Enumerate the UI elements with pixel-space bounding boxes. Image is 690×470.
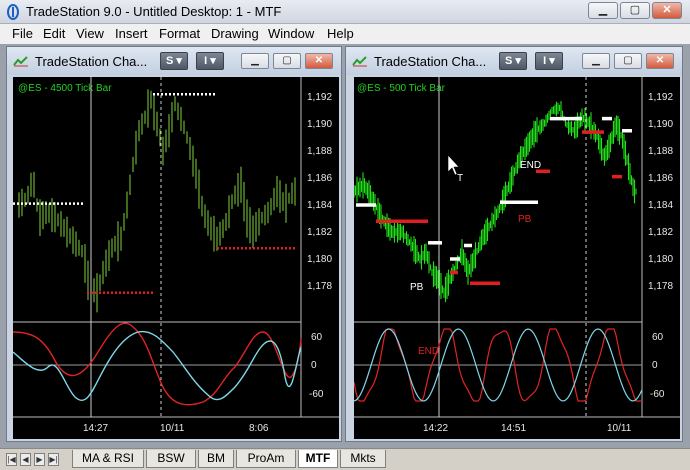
menu-insert[interactable]: Insert xyxy=(115,26,148,41)
price-tick: 1,182 xyxy=(307,227,332,238)
price-tick: 1,184 xyxy=(648,200,673,211)
tab-proam[interactable]: ProAm xyxy=(236,450,296,468)
first-tab-icon[interactable]: |◀ xyxy=(6,453,17,466)
chart-close-button[interactable]: ✕ xyxy=(646,53,674,69)
tab-bsw[interactable]: BSW xyxy=(146,450,196,468)
chart-plot-area-right[interactable]: @ES - 500 Tick Bar END PB PB END T 1,192… xyxy=(354,77,680,439)
osc-tick: -60 xyxy=(650,389,665,400)
time-tick: 14:51 xyxy=(501,423,526,434)
menu-window[interactable]: Window xyxy=(268,26,314,41)
price-tick: 1,178 xyxy=(307,281,332,292)
menu-help[interactable]: Help xyxy=(327,26,354,41)
next-tab-icon[interactable]: ▶ xyxy=(34,453,45,466)
tradestation-logo-icon xyxy=(7,4,19,20)
price-tick: 1,186 xyxy=(307,173,332,184)
osc-tick: -60 xyxy=(309,389,324,400)
chart-window-right[interactable]: TradeStation Cha... S ▾ I ▾ ▁ ▢ ✕ @ES - … xyxy=(345,46,683,442)
price-tick: 1,180 xyxy=(648,254,673,265)
annotation-pb: PB xyxy=(410,282,424,293)
app-title-bar: TradeStation 9.0 - Untitled Desktop: 1 -… xyxy=(0,0,690,24)
time-tick: 10/11 xyxy=(160,423,185,434)
styles-button[interactable]: S ▾ xyxy=(499,52,527,70)
menu-file[interactable]: File xyxy=(12,26,33,41)
oscillator-line xyxy=(13,330,302,401)
price-tick: 1,192 xyxy=(307,92,332,103)
chart-icon xyxy=(13,56,28,67)
time-tick: 10/11 xyxy=(607,423,632,434)
chart-window-title-bar[interactable]: TradeStation Cha... S ▾ I ▾ ▁ ▢ ✕ xyxy=(346,47,682,75)
price-tick: 1,180 xyxy=(307,254,332,265)
maximize-button[interactable]: ▢ xyxy=(620,2,650,19)
price-tick: 1,190 xyxy=(307,119,332,130)
annotation-pb-red: PB xyxy=(518,214,532,225)
menu-bar: File Edit View Insert Format Drawing Win… xyxy=(0,24,690,44)
oscillator-lines xyxy=(13,322,302,406)
chart-icon xyxy=(352,56,367,67)
menu-edit[interactable]: Edit xyxy=(43,26,65,41)
price-tick: 1,192 xyxy=(648,92,673,103)
time-tick: 14:27 xyxy=(83,423,108,434)
chart-canvas-left[interactable]: @ES - 4500 Tick Bar 1,192 1,190 1,188 1,… xyxy=(13,77,339,439)
chart-close-button[interactable]: ✕ xyxy=(305,53,333,69)
chart-restore-button[interactable]: ▢ xyxy=(614,53,642,69)
price-tick: 1,178 xyxy=(648,281,673,292)
app-title: TradeStation 9.0 - Untitled Desktop: 1 -… xyxy=(26,4,282,19)
oscillator-axis: 60 0 -60 xyxy=(309,332,324,400)
annotation-end: END xyxy=(520,160,541,171)
styles-button[interactable]: S ▾ xyxy=(160,52,188,70)
chart-minimize-button[interactable]: ▁ xyxy=(241,53,269,69)
price-tick: 1,188 xyxy=(648,146,673,157)
level-markers xyxy=(13,93,297,294)
level-markers xyxy=(356,116,632,286)
grid-lines xyxy=(354,77,680,418)
chart-window-left[interactable]: TradeStation Cha... S ▾ I ▾ ▁ ▢ ✕ @ES - … xyxy=(6,46,342,442)
tab-ma-rsi[interactable]: MA & RSI xyxy=(72,450,144,468)
svg-text:T: T xyxy=(457,173,463,184)
minimize-button[interactable]: ▁ xyxy=(588,2,618,19)
menu-format[interactable]: Format xyxy=(159,26,200,41)
price-tick: 1,186 xyxy=(648,173,673,184)
menu-drawing[interactable]: Drawing xyxy=(211,26,259,41)
price-tick: 1,182 xyxy=(648,227,673,238)
osc-tick: 60 xyxy=(311,332,323,343)
indicators-button[interactable]: I ▾ xyxy=(535,52,563,70)
chart-canvas-right[interactable]: @ES - 500 Tick Bar END PB PB END T 1,192… xyxy=(354,77,680,439)
tab-mtf[interactable]: MTF xyxy=(298,450,338,468)
cursor-icon: T xyxy=(447,154,463,184)
chart-window-title: TradeStation Cha... xyxy=(374,54,487,69)
symbol-label: @ES - 500 Tick Bar xyxy=(357,83,446,94)
osc-tick: 0 xyxy=(652,360,658,371)
price-bars xyxy=(18,89,296,313)
oscillator-axis: 60 0 -60 xyxy=(650,332,665,400)
tab-mkts[interactable]: Mkts xyxy=(340,450,386,468)
workspace-tab-bar: |◀ ◀ ▶ ▶| MA & RSI BSW BM ProAm MTF Mkts xyxy=(0,448,690,470)
chart-window-title: TradeStation Cha... xyxy=(35,54,148,69)
time-axis: 14:22 14:51 10/11 xyxy=(423,423,632,434)
chart-plot-area-left[interactable]: @ES - 4500 Tick Bar 1,192 1,190 1,188 1,… xyxy=(13,77,339,439)
price-axis: 1,192 1,190 1,188 1,186 1,184 1,182 1,18… xyxy=(307,92,332,292)
symbol-label: @ES - 4500 Tick Bar xyxy=(18,83,112,94)
indicators-button[interactable]: I ▾ xyxy=(196,52,224,70)
osc-tick: 0 xyxy=(311,360,317,371)
price-tick: 1,184 xyxy=(307,200,332,211)
time-tick: 14:22 xyxy=(423,423,448,434)
price-tick: 1,190 xyxy=(648,119,673,130)
last-tab-icon[interactable]: ▶| xyxy=(48,453,59,466)
oscillator-line xyxy=(13,322,302,406)
price-axis: 1,192 1,190 1,188 1,186 1,184 1,182 1,18… xyxy=(648,92,673,292)
close-button[interactable]: ✕ xyxy=(652,2,682,19)
price-tick: 1,188 xyxy=(307,146,332,157)
tab-bm[interactable]: BM xyxy=(198,450,234,468)
chart-restore-button[interactable]: ▢ xyxy=(273,53,301,69)
menu-view[interactable]: View xyxy=(76,26,104,41)
time-tick: 8:06 xyxy=(249,423,269,434)
osc-tick: 60 xyxy=(652,332,664,343)
prev-tab-icon[interactable]: ◀ xyxy=(20,453,31,466)
time-axis: 14:27 10/11 8:06 xyxy=(83,423,269,434)
chart-window-title-bar[interactable]: TradeStation Cha... S ▾ I ▾ ▁ ▢ ✕ xyxy=(7,47,341,75)
chart-minimize-button[interactable]: ▁ xyxy=(582,53,610,69)
